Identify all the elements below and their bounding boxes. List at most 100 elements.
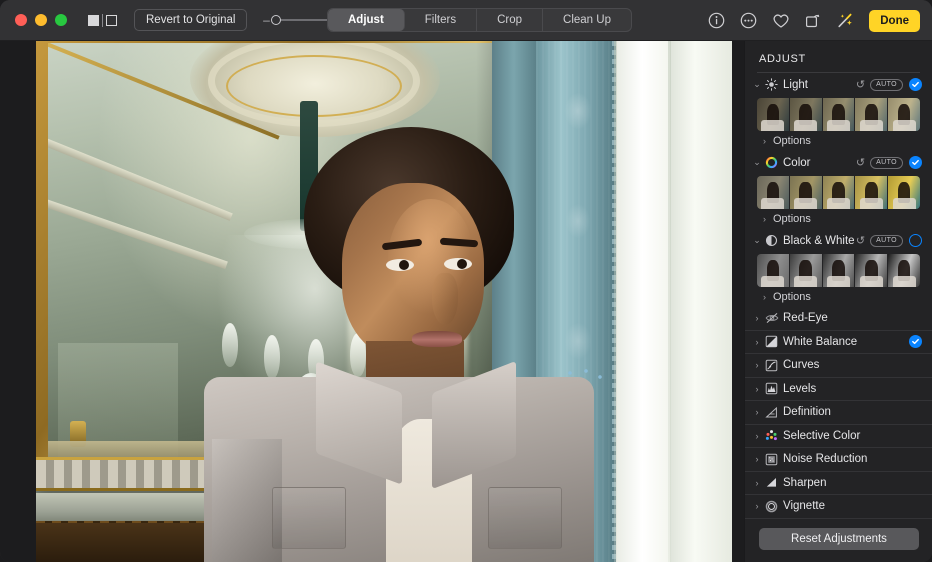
reset-color-icon[interactable]: ↺ bbox=[856, 156, 865, 169]
chevron-right-icon[interactable]: › bbox=[751, 478, 763, 488]
toggle-black-and-white-enabled[interactable] bbox=[909, 234, 922, 247]
color-options-row[interactable]: › Options bbox=[745, 209, 932, 229]
adjust-item-noise-reduction[interactable]: › Noise Reduction bbox=[745, 448, 932, 472]
adjust-sidebar: ADJUST ⌄ Light ↺ AUTO bbox=[744, 41, 932, 562]
adjust-item-white-balance[interactable]: › White Balance bbox=[745, 331, 932, 355]
item-label-selective-color: Selective Color bbox=[783, 430, 922, 442]
adjust-section-light[interactable]: ⌄ Light ↺ AUTO bbox=[745, 73, 932, 96]
adjust-section-black-and-white[interactable]: ⌄ Black & White ↺ AUTO bbox=[745, 229, 932, 252]
auto-black-and-white-badge[interactable]: AUTO bbox=[870, 235, 903, 247]
photo-image[interactable] bbox=[36, 41, 732, 562]
black-and-white-variant-filmstrip[interactable] bbox=[757, 254, 920, 287]
adjust-item-selective-color[interactable]: › Selective Color bbox=[745, 425, 932, 449]
item-label-red-eye: Red-Eye bbox=[783, 312, 922, 324]
photo-editor-window: Revert to Original – + Adjust Filters Cr… bbox=[0, 0, 932, 562]
tab-crop[interactable]: Crop bbox=[477, 9, 543, 31]
zoom-slider-knob[interactable] bbox=[271, 15, 281, 25]
color-thumbnail[interactable] bbox=[888, 176, 920, 209]
compare-divider bbox=[102, 14, 103, 27]
favorite-heart-icon[interactable] bbox=[771, 11, 790, 30]
adjust-item-red-eye[interactable]: › Red-Eye bbox=[745, 307, 932, 331]
item-label-sharpen: Sharpen bbox=[783, 477, 922, 489]
item-label-noise-reduction: Noise Reduction bbox=[783, 453, 922, 465]
tab-filters[interactable]: Filters bbox=[405, 9, 477, 31]
black-and-white-thumbnail[interactable] bbox=[855, 254, 887, 287]
section-label-color: Color bbox=[783, 157, 856, 169]
chevron-right-icon[interactable]: › bbox=[751, 337, 763, 347]
reset-adjustments-button[interactable]: Reset Adjustments bbox=[759, 528, 919, 550]
tab-clean-up[interactable]: Clean Up bbox=[543, 9, 631, 31]
chevron-right-icon[interactable]: › bbox=[751, 407, 763, 417]
photo-canvas bbox=[0, 41, 744, 562]
toggle-white-balance-enabled[interactable] bbox=[909, 335, 922, 348]
chevron-down-icon[interactable]: ⌄ bbox=[751, 235, 763, 246]
window-controls bbox=[15, 14, 67, 26]
auto-enhance-wand-icon[interactable] bbox=[835, 11, 854, 30]
subject-shirt-pocket-left bbox=[272, 487, 346, 549]
subject-shirt-pocket-right bbox=[488, 487, 562, 549]
minimize-button[interactable] bbox=[35, 14, 47, 26]
black-and-white-thumbnail[interactable] bbox=[823, 254, 855, 287]
adjust-item-levels[interactable]: › Levels bbox=[745, 378, 932, 402]
color-thumbnail[interactable] bbox=[823, 176, 855, 209]
chevron-right-icon[interactable]: › bbox=[751, 501, 763, 511]
close-button[interactable] bbox=[15, 14, 27, 26]
chevron-right-icon[interactable]: › bbox=[751, 313, 763, 323]
black-and-white-thumbnail[interactable] bbox=[888, 254, 920, 287]
light-thumbnail[interactable] bbox=[790, 98, 822, 131]
black-and-white-thumbnail[interactable] bbox=[790, 254, 822, 287]
subject-lips bbox=[412, 331, 462, 347]
light-variant-filmstrip[interactable] bbox=[757, 98, 920, 131]
chevron-down-icon[interactable]: ⌄ bbox=[751, 157, 763, 168]
adjust-item-sharpen[interactable]: › Sharpen bbox=[745, 472, 932, 496]
chevron-down-icon[interactable]: ⌄ bbox=[751, 79, 763, 90]
subject-eye-right bbox=[444, 258, 472, 270]
color-variant-filmstrip[interactable] bbox=[757, 176, 920, 209]
definition-triangle-icon bbox=[763, 405, 780, 420]
light-thumbnail[interactable] bbox=[823, 98, 855, 131]
light-options-row[interactable]: › Options bbox=[745, 131, 932, 151]
zoom-slider-track[interactable] bbox=[274, 19, 334, 21]
eye-slash-icon bbox=[763, 311, 780, 326]
reset-light-icon[interactable]: ↺ bbox=[856, 78, 865, 91]
item-label-vignette: Vignette bbox=[783, 500, 922, 512]
light-thumbnail[interactable] bbox=[888, 98, 920, 131]
auto-color-badge[interactable]: AUTO bbox=[870, 157, 903, 169]
black-and-white-options-row[interactable]: › Options bbox=[745, 287, 932, 307]
adjust-item-vignette[interactable]: › Vignette bbox=[745, 495, 932, 519]
color-thumbnail[interactable] bbox=[855, 176, 887, 209]
subject-pupil bbox=[457, 259, 467, 269]
rotate-icon[interactable] bbox=[803, 11, 822, 30]
item-label-levels: Levels bbox=[783, 383, 922, 395]
reset-black-and-white-icon[interactable]: ↺ bbox=[856, 234, 865, 247]
auto-light-badge[interactable]: AUTO bbox=[870, 79, 903, 91]
color-thumbnail[interactable] bbox=[757, 176, 789, 209]
chevron-right-icon[interactable]: › bbox=[751, 384, 763, 394]
subject-pupil bbox=[399, 260, 409, 270]
tab-adjust[interactable]: Adjust bbox=[328, 9, 405, 31]
chevron-right-icon[interactable]: › bbox=[751, 431, 763, 441]
black-and-white-thumbnail[interactable] bbox=[757, 254, 789, 287]
panel-title: ADJUST bbox=[745, 41, 932, 72]
toggle-light-enabled[interactable] bbox=[909, 78, 922, 91]
more-options-icon[interactable] bbox=[739, 11, 758, 30]
color-options-label: Options bbox=[773, 213, 811, 225]
maximize-button[interactable] bbox=[55, 14, 67, 26]
adjust-item-definition[interactable]: › Definition bbox=[745, 401, 932, 425]
color-thumbnail[interactable] bbox=[790, 176, 822, 209]
chevron-right-icon[interactable]: › bbox=[751, 454, 763, 464]
color-wheel-icon bbox=[763, 155, 780, 170]
levels-icon bbox=[763, 381, 780, 396]
revert-to-original-button[interactable]: Revert to Original bbox=[134, 9, 247, 31]
chevron-right-icon[interactable]: › bbox=[751, 360, 763, 370]
adjust-item-curves[interactable]: › Curves bbox=[745, 354, 932, 378]
done-button[interactable]: Done bbox=[869, 10, 920, 32]
compare-original-toggle[interactable] bbox=[88, 14, 117, 27]
info-icon[interactable] bbox=[707, 11, 726, 30]
toolbar: Revert to Original – + Adjust Filters Cr… bbox=[0, 0, 932, 41]
light-thumbnail[interactable] bbox=[757, 98, 789, 131]
adjust-section-color[interactable]: ⌄ Color ↺ AUTO bbox=[745, 151, 932, 174]
zoom-out-icon[interactable]: – bbox=[261, 13, 271, 27]
light-thumbnail[interactable] bbox=[855, 98, 887, 131]
toggle-color-enabled[interactable] bbox=[909, 156, 922, 169]
